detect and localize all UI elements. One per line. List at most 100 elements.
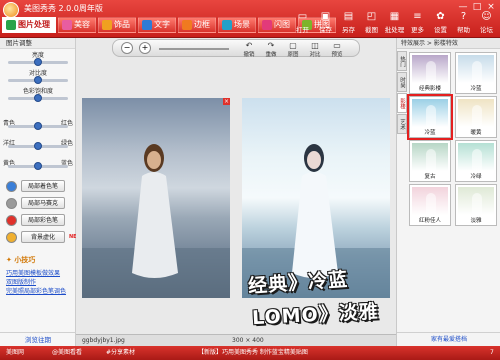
bottom-bar-link[interactable]: 【新版】巧用美图秀秀 制作蓝宝精美贴图 xyxy=(198,346,308,360)
canvas-tool-button[interactable]: ↷ 重做 xyxy=(263,41,279,58)
tip-link[interactable]: 完美照局部彩色笔调色 xyxy=(6,286,66,295)
tab-icon xyxy=(142,20,152,30)
effect-thumbnail[interactable]: 冷蓝 xyxy=(455,52,497,94)
toolbar-label: 设置 xyxy=(434,26,447,34)
toolbar-label: 另存 xyxy=(342,26,355,34)
canvas-tool-icon: ▢ xyxy=(289,41,297,50)
tool-swatch-icon xyxy=(6,231,17,243)
zoom-slider[interactable] xyxy=(159,48,229,50)
effect-grid: 经典影楼 冷蓝 冷蓝 暖黄 复古 冷绿 红粉佳人 淡雅 xyxy=(407,52,499,226)
tab-5[interactable]: 场景 xyxy=(218,17,256,33)
canvas-tool-button[interactable]: ◫ 对比 xyxy=(307,41,323,58)
close-icon[interactable]: × xyxy=(223,98,230,105)
effect-label: 经典影楼 xyxy=(418,86,441,92)
tab-label: 边框 xyxy=(194,20,210,29)
effect-thumbnail[interactable]: 暖黄 xyxy=(455,96,497,138)
toolbar-batch-button[interactable]: ▦ 批处理 xyxy=(383,10,406,34)
tool-button-row: 局部马赛克 xyxy=(6,196,65,210)
canvas-tool-icon: ▭ xyxy=(333,41,341,50)
effect-preview-figure xyxy=(426,149,436,171)
screenshot-icon: ◰ xyxy=(366,11,377,22)
tab-icon xyxy=(6,20,16,30)
partner-link[interactable]: 家有最爱搭档 xyxy=(397,332,500,346)
effect-preview-figure xyxy=(426,105,436,127)
tab-icon xyxy=(222,20,232,30)
tab-3[interactable]: 文字 xyxy=(138,17,176,33)
category-tab[interactable]: 艺术 xyxy=(397,114,407,134)
canvas-tool-button[interactable]: ▢ 原图 xyxy=(285,41,301,58)
effect-thumbnail[interactable]: 红粉佳人 xyxy=(409,184,451,226)
tab-2[interactable]: 饰品 xyxy=(98,17,136,33)
slider-knob[interactable] xyxy=(34,122,42,130)
toolbar-forum-button[interactable]: ☺ 论坛 xyxy=(475,10,498,34)
toolbar-label: 保存 xyxy=(319,26,332,34)
bottom-bar-link[interactable]: #分享素材 xyxy=(106,346,135,360)
effect-thumbnail[interactable]: 淡雅 xyxy=(455,184,497,226)
app-logo-icon xyxy=(3,2,19,18)
toolbar-save-button[interactable]: ▣ 保存 xyxy=(314,10,337,34)
canvas-tool-button[interactable]: ↶ 撤销 xyxy=(241,41,257,58)
adjust-panel: 图片调整 亮度对比度色彩饱和度色调调节青色红色洋红绿色黄色蓝色 局部着色笔局部马… xyxy=(0,38,82,346)
slider-knob[interactable] xyxy=(34,94,42,102)
tip-link[interactable]: 双图版制作 xyxy=(6,277,36,286)
effect-thumbnail[interactable]: 经典影楼 xyxy=(409,52,451,94)
adjust-slider: 黄色 蓝色 xyxy=(0,154,76,172)
bottom-bar-link[interactable]: 7 xyxy=(490,346,494,360)
tab-icon xyxy=(62,20,72,30)
bottom-bar-link[interactable]: @美图看看 xyxy=(52,346,82,360)
image-compare: × xyxy=(78,93,394,333)
slider-knob[interactable] xyxy=(34,142,42,150)
effect-thumbnail[interactable]: 复古 xyxy=(409,140,451,182)
canvas-tool-button[interactable]: ▭ 预览 xyxy=(329,41,345,58)
tool-button[interactable]: 局部马赛克 xyxy=(21,197,65,209)
effect-preview-figure xyxy=(426,61,436,83)
top-toolbar: ▭ 打开 ▣ 保存 ▤ 另存 ◰ 截图 ▦ 批处理 ≡ 更多 ✿ 设置? 帮助 ☺ 论坛 xyxy=(291,10,498,34)
effect-preview xyxy=(412,99,448,127)
forum-icon: ☺ xyxy=(481,11,492,22)
toolbar-more-button[interactable]: ≡ 更多 xyxy=(406,10,429,34)
tool-button[interactable]: 局部着色笔 xyxy=(21,180,65,192)
canvas-tool-icon: ↶ xyxy=(245,41,253,50)
canvas-tool-label: 原图 xyxy=(287,52,299,58)
effect-thumbnail[interactable]: 冷蓝 xyxy=(407,94,453,140)
tab-label: 图片处理 xyxy=(18,20,50,29)
slider-knob[interactable] xyxy=(34,58,42,66)
zoom-in-button[interactable]: + xyxy=(139,42,151,54)
effect-thumbnail[interactable]: 冷绿 xyxy=(455,140,497,182)
toolbar-gear-button[interactable]: ✿ 设置 xyxy=(429,10,452,34)
tab-icon xyxy=(102,20,112,30)
help-icon: ? xyxy=(460,11,467,22)
tab-4[interactable]: 边框 xyxy=(178,17,216,33)
zoom-out-button[interactable]: − xyxy=(121,42,133,54)
tool-button[interactable]: 背景虚化 xyxy=(21,231,65,243)
effect-label: 淡雅 xyxy=(470,218,482,224)
effect-preview xyxy=(412,143,448,171)
canvas-tool-icon: ◫ xyxy=(311,41,319,50)
effect-label: 冷蓝 xyxy=(470,86,482,92)
tool-button[interactable]: 局部彩色笔 xyxy=(21,214,65,226)
original-photo-figure xyxy=(82,144,230,298)
slider-knob[interactable] xyxy=(34,76,42,84)
toolbar-folder-button[interactable]: ▭ 打开 xyxy=(291,10,314,34)
tab-0[interactable]: 图片处理 xyxy=(2,17,56,33)
effect-preview-figure xyxy=(472,61,482,83)
slider-knob[interactable] xyxy=(34,162,42,170)
toolbar-saveas-button[interactable]: ▤ 另存 xyxy=(337,10,360,34)
browse-past-link[interactable]: 浏览往期 xyxy=(0,332,76,346)
app-title: 美图秀秀 2.0.0周年版 xyxy=(24,4,103,13)
category-tab[interactable]: 热门 xyxy=(397,51,407,71)
category-tab[interactable]: 时尚 xyxy=(397,72,407,92)
category-tab[interactable]: 影楼 xyxy=(397,93,407,113)
tip-link[interactable]: 巧用美图模板做效果 xyxy=(6,268,60,277)
bottom-bar: 美图网 @美图看看 #分享素材 【新版】巧用美图秀秀 制作蓝宝精美贴图 7 xyxy=(0,346,500,360)
toolbar-help-button[interactable]: ? 帮助 xyxy=(452,10,475,34)
tab-1[interactable]: 美容 xyxy=(58,17,96,33)
effect-preview xyxy=(458,143,494,171)
bottom-bar-link[interactable]: 美图网 xyxy=(6,346,24,360)
toolbar-label: 截图 xyxy=(365,26,378,34)
tab-icon xyxy=(262,20,272,30)
adjust-slider: 亮度 xyxy=(0,50,76,68)
canvas-tool-label: 撤销 xyxy=(243,52,255,58)
effect-preview xyxy=(458,55,494,83)
toolbar-screenshot-button[interactable]: ◰ 截图 xyxy=(360,10,383,34)
